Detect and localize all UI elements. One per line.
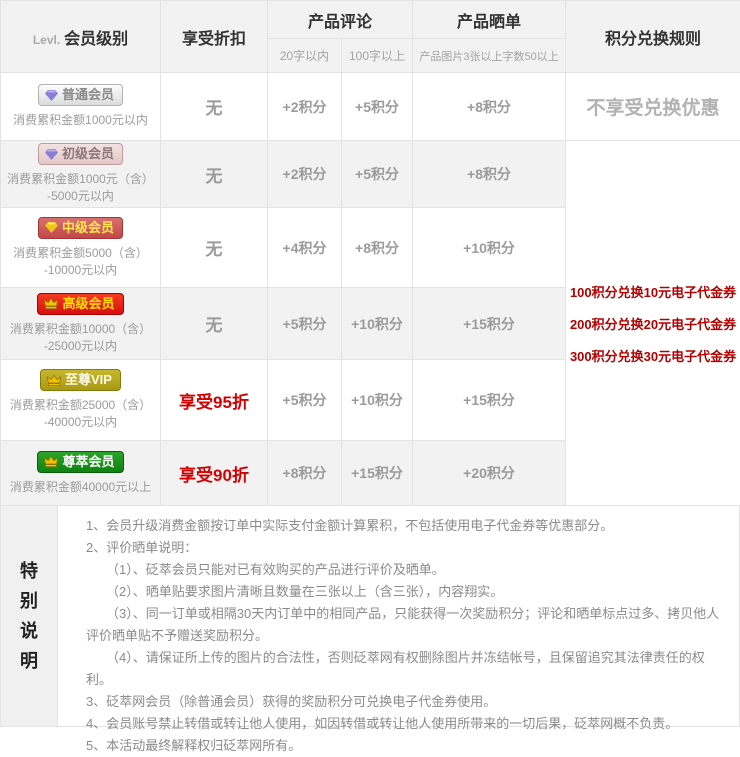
level-desc: 消费累积金额5000（含）-10000元以内 (1, 245, 160, 279)
col-header-exchange: 积分兑换规则 (566, 1, 740, 73)
col-header-review: 产品评论 (268, 1, 413, 39)
col-header-level: Levl. 会员级别 (1, 1, 161, 73)
share-cell: +15积分 (413, 288, 566, 360)
level-badge-label: 初级会员 (62, 147, 114, 161)
col-subheader-review-short: 20字以内 (268, 39, 342, 73)
level-badge: 高级会员 (37, 293, 123, 315)
level-badge: 尊萃会员 (37, 451, 123, 473)
col-header-discount: 享受折扣 (161, 1, 268, 73)
note-item: 4、会员账号禁止转借或转让他人使用，如因转借或转让他人使用所带来的一切后果，砭萃… (86, 713, 725, 735)
level-cell: 至尊VIP 消费累积金额25000（含）-40000元以内 (1, 360, 161, 441)
discount-cell: 享受95折 (161, 360, 268, 441)
col-header-share: 产品晒单 (413, 1, 566, 39)
crown-icon (44, 298, 58, 309)
review-long-cell: +8积分 (342, 208, 413, 288)
header-row: Levl.会员级别 享受折扣 产品评论 产品晒单 积分兑换规则 (1, 1, 740, 39)
level-desc: 消费累积金额1000元以内 (1, 112, 160, 129)
share-cell: +15积分 (413, 360, 566, 441)
share-cell: +8积分 (413, 141, 566, 208)
review-short-cell: +2积分 (268, 73, 342, 141)
note-item: 1、会员升级消费金额按订单中实际支付金额计算累积，不包括使用电子代金券等优惠部分… (86, 515, 725, 537)
review-long-cell: +10积分 (342, 360, 413, 441)
note-item: （2）、晒单贴要求图片清晰且数量在三张以上（含三张），内容翔实。 (86, 581, 725, 603)
review-short-cell: +2积分 (268, 141, 342, 208)
special-notes-section: 特 别 说 明 1、会员升级消费金额按订单中实际支付金额计算累积，不包括使用电子… (0, 506, 740, 727)
level-badge-label: 普通会员 (62, 88, 114, 102)
level-prefix-label: Levl. (33, 33, 60, 47)
gem-icon (45, 149, 58, 160)
table-row-junior: 初级会员 消费累积金额1000元（含）-5000元以内 无 +2积分 +5积分 … (1, 141, 740, 208)
crown-icon (44, 456, 58, 467)
level-header-label: 会员级别 (64, 31, 128, 48)
level-badge: 初级会员 (38, 143, 123, 165)
voucher-line: 300积分兑换30元电子代金券 (566, 346, 740, 365)
review-short-cell: +5积分 (268, 288, 342, 360)
exchange-voucher-cell: 100积分兑换10元电子代金券 200积分兑换20元电子代金券 300积分兑换3… (566, 141, 740, 506)
note-item: 5、本活动最终解释权归砭萃网所有。 (86, 735, 725, 757)
gem-icon (45, 90, 58, 101)
membership-table: Levl.会员级别 享受折扣 产品评论 产品晒单 积分兑换规则 20字以内 10… (0, 0, 740, 506)
voucher-line: 100积分兑换10元电子代金券 (566, 282, 740, 301)
notes-label: 特 别 说 明 (1, 506, 58, 726)
discount-cell: 无 (161, 73, 268, 141)
level-desc: 消费累积金额25000（含）-40000元以内 (1, 397, 160, 431)
col-subheader-review-long: 100字以上 (342, 39, 413, 73)
level-desc: 消费累积金额10000（含）-25000元以内 (1, 321, 160, 355)
level-badge-label: 中级会员 (62, 221, 114, 235)
note-item: 3、砭萃网会员（除普通会员）获得的奖励积分可兑换电子代金券使用。 (86, 691, 725, 713)
level-badge: 至尊VIP (40, 369, 121, 391)
note-item: 2、评价晒单说明： (86, 537, 725, 559)
review-short-cell: +4积分 (268, 208, 342, 288)
level-badge-label: 尊萃会员 (62, 455, 114, 469)
review-long-cell: +5积分 (342, 73, 413, 141)
discount-cell: 无 (161, 288, 268, 360)
discount-cell: 享受90折 (161, 441, 268, 506)
exchange-no-benefit-cell: 不享受兑换优惠 (566, 73, 740, 141)
level-badge-label: 至尊VIP (65, 373, 112, 387)
membership-benefits-panel: Levl.会员级别 享受折扣 产品评论 产品晒单 积分兑换规则 20字以内 10… (0, 0, 740, 727)
review-short-cell: +5积分 (268, 360, 342, 441)
level-badge: 中级会员 (38, 217, 123, 239)
note-item: （1）、砭萃会员只能对已有效购买的产品进行评价及晒单。 (86, 559, 725, 581)
voucher-line: 200积分兑换20元电子代金券 (566, 314, 740, 333)
level-badge: 普通会员 (38, 84, 123, 106)
review-long-cell: +5积分 (342, 141, 413, 208)
level-cell: 中级会员 消费累积金额5000（含）-10000元以内 (1, 208, 161, 288)
note-item: （4）、请保证所上传的图片的合法性，否则砭萃网有权删除图片并冻结帐号，且保留追究… (86, 647, 725, 691)
share-cell: +20积分 (413, 441, 566, 506)
review-short-cell: +8积分 (268, 441, 342, 506)
review-long-cell: +15积分 (342, 441, 413, 506)
notes-content: 1、会员升级消费金额按订单中实际支付金额计算累积，不包括使用电子代金券等优惠部分… (58, 506, 739, 726)
crown-icon (47, 375, 61, 386)
share-cell: +10积分 (413, 208, 566, 288)
level-cell: 普通会员 消费累积金额1000元以内 (1, 73, 161, 141)
level-cell: 尊萃会员 消费累积金额40000元以上 (1, 441, 161, 506)
level-badge-label: 高级会员 (62, 297, 114, 311)
col-subheader-share: 产品图片3张以上字数50以上 (413, 39, 566, 73)
gem-icon (45, 222, 58, 233)
note-item: （3）、同一订单或相隔30天内订单中的相同产品，只能获得一次奖励积分；评论和晒单… (86, 603, 725, 647)
level-desc: 消费累积金额40000元以上 (1, 479, 160, 496)
discount-cell: 无 (161, 208, 268, 288)
share-cell: +8积分 (413, 73, 566, 141)
level-cell: 初级会员 消费累积金额1000元（含）-5000元以内 (1, 141, 161, 208)
level-cell: 高级会员 消费累积金额10000（含）-25000元以内 (1, 288, 161, 360)
review-long-cell: +10积分 (342, 288, 413, 360)
level-desc: 消费累积金额1000元（含）-5000元以内 (1, 171, 160, 205)
discount-cell: 无 (161, 141, 268, 208)
table-row-regular: 普通会员 消费累积金额1000元以内 无 +2积分 +5积分 +8积分 不享受兑… (1, 73, 740, 141)
